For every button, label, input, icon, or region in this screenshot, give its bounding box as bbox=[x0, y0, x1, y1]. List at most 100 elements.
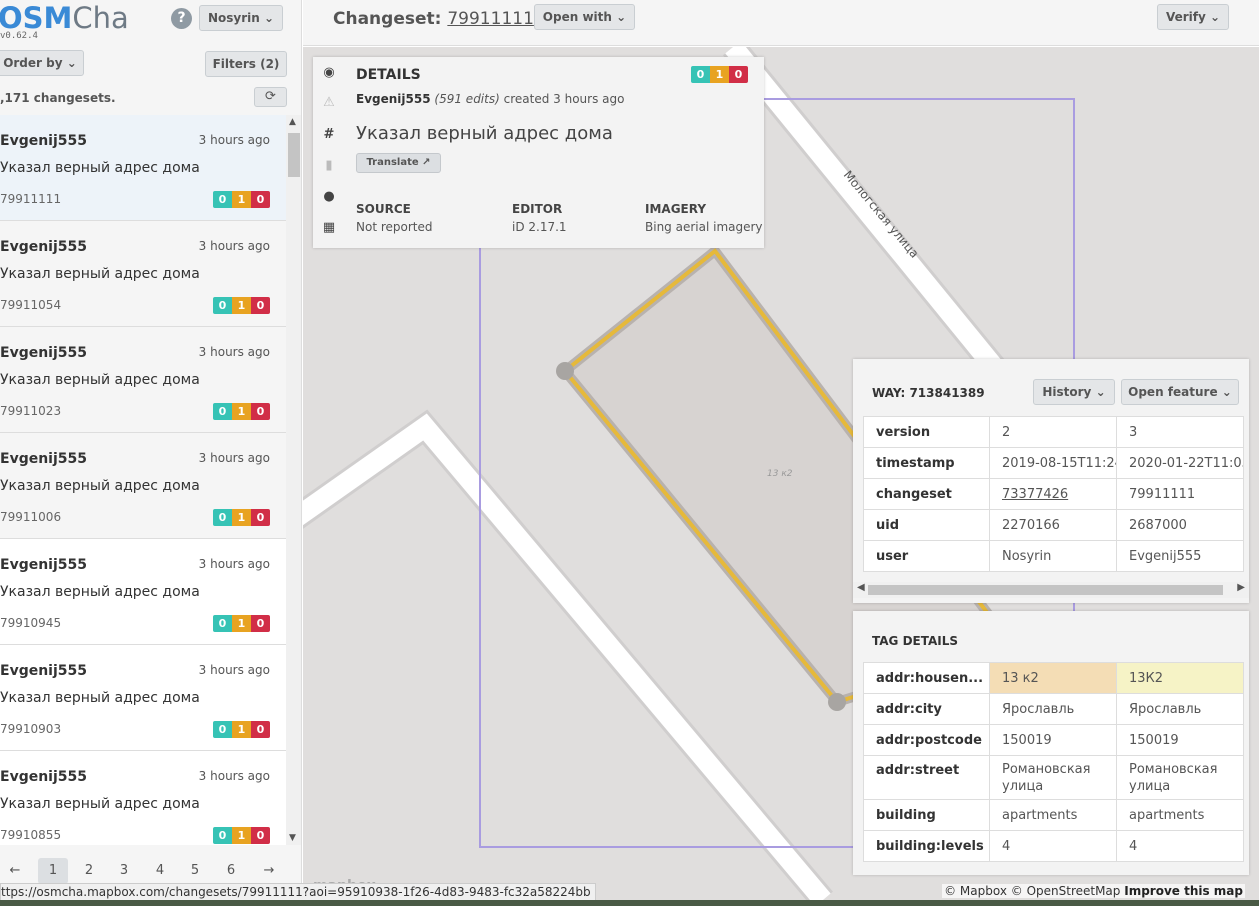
way-old-value: 2019-08-15T11:24:35Z bbox=[989, 447, 1117, 479]
hash-icon[interactable]: # bbox=[321, 127, 337, 143]
page-5[interactable]: 5 bbox=[180, 858, 210, 884]
changeset-id-link[interactable]: 79911111 bbox=[447, 9, 534, 29]
changeset-title-label: Changeset: bbox=[333, 9, 442, 29]
way-field-key: version bbox=[863, 416, 990, 448]
order-by-button[interactable]: Order by ⌄ bbox=[0, 50, 84, 76]
page-1[interactable]: 1 bbox=[38, 858, 68, 884]
changeset-list-item[interactable]: Evgenij555 3 hours ago Указал верный адрес… bbox=[0, 327, 286, 433]
help-icon[interactable]: ? bbox=[171, 8, 192, 29]
changeset-comment: Указал верный адрес дома bbox=[356, 123, 613, 144]
change-count-badges: 010 bbox=[213, 297, 270, 314]
next-page-icon[interactable]: → bbox=[254, 858, 284, 884]
page-6[interactable]: 6 bbox=[216, 858, 246, 884]
changeset-list-item[interactable]: Evgenij555 3 hours ago Указал верный адрес… bbox=[0, 221, 286, 327]
page-4[interactable]: 4 bbox=[145, 858, 175, 884]
changeset-time: 3 hours ago bbox=[198, 769, 270, 783]
changeset-user: Evgenij555 bbox=[0, 345, 87, 361]
table-row: version 2 3 bbox=[863, 416, 1244, 448]
prev-page-icon[interactable]: ← bbox=[0, 858, 30, 884]
tag-details-panel: TAG DETAILS addr:housen... 13 к2 13К2 addr:… bbox=[853, 611, 1249, 875]
changeset-time: 3 hours ago bbox=[198, 557, 270, 571]
open-feature-label: Open feature bbox=[1128, 385, 1218, 399]
logo-osm-text: OSM bbox=[0, 1, 73, 35]
tag-old-value: Ярославль bbox=[989, 693, 1117, 725]
warning-icon[interactable]: ⚠ bbox=[321, 95, 337, 111]
eye-icon[interactable]: ◉ bbox=[321, 65, 337, 81]
way-hscrollbar[interactable]: ◀ ▶ bbox=[853, 582, 1249, 598]
changeset-list-item[interactable]: Evgenij555 3 hours ago Указал верный адрес… bbox=[0, 115, 286, 221]
user-icon[interactable]: ● bbox=[321, 189, 337, 205]
tag-key: addr:housen... bbox=[863, 662, 990, 694]
table-row: addr:housen... 13 к2 13К2 bbox=[863, 662, 1244, 694]
created-count-badge: 0 bbox=[213, 403, 232, 420]
change-count-badges: 010 bbox=[213, 191, 270, 208]
editor-value: iD 2.17.1 bbox=[512, 220, 567, 234]
way-field-key: changeset bbox=[863, 478, 990, 510]
changeset-list-item[interactable]: Evgenij555 3 hours ago Указал верный адрес… bbox=[0, 645, 286, 751]
changeset-list-item[interactable]: Evgenij555 3 hours ago Указал верный адрес… bbox=[0, 751, 286, 845]
deleted-count-badge: 0 bbox=[729, 66, 748, 83]
history-label: History bbox=[1042, 385, 1092, 399]
refresh-icon[interactable]: ⟳ bbox=[254, 87, 287, 107]
changeset-time: 3 hours ago bbox=[198, 133, 270, 147]
changeset-header: Changeset: 79911111 Open with ⌄ Verify ⌄ bbox=[303, 0, 1259, 46]
improve-map-link[interactable]: Improve this map bbox=[1124, 884, 1243, 898]
modified-count-badge: 1 bbox=[232, 509, 251, 526]
changeset-id: 79911054 bbox=[0, 298, 62, 312]
way-old-value[interactable]: 73377426 bbox=[989, 478, 1117, 510]
tag-key: building:levels bbox=[863, 830, 990, 862]
source-value: Not reported bbox=[356, 220, 433, 234]
scroll-down-icon[interactable]: ▼ bbox=[289, 833, 296, 843]
changeset-user: Evgenij555 bbox=[0, 451, 87, 467]
taskbar bbox=[0, 900, 1259, 906]
status-url: ttps://osmcha.mapbox.com/changesets/7991… bbox=[0, 883, 596, 901]
tag-new-value: 150019 bbox=[1116, 724, 1244, 756]
filters-button[interactable]: Filters (2) bbox=[205, 51, 287, 77]
comment-icon[interactable]: ▮ bbox=[321, 158, 337, 174]
editor-field: EDITOR iD 2.17.1 bbox=[512, 202, 567, 234]
table-row: timestamp2019-08-15T11:24:35Z2020-01-22T… bbox=[863, 447, 1244, 479]
changeset-comment: Указал верный адрес дома bbox=[0, 690, 200, 706]
scroll-left-icon[interactable]: ◀ bbox=[857, 582, 865, 593]
changeset-time: 3 hours ago bbox=[198, 239, 270, 253]
osmcha-logo[interactable]: OSMCha bbox=[0, 2, 129, 34]
changeset-list-item[interactable]: Evgenij555 3 hours ago Указал верный адрес… bbox=[0, 539, 286, 645]
tag-old-value: Романовская улица bbox=[989, 755, 1117, 800]
tag-details-title: TAG DETAILS bbox=[872, 634, 959, 648]
author-link[interactable]: Evgenij555 bbox=[356, 92, 431, 106]
way-field-key: timestamp bbox=[863, 447, 990, 479]
changeset-comment: Указал верный адрес дома bbox=[0, 478, 200, 494]
history-button[interactable]: History ⌄ bbox=[1033, 379, 1115, 405]
modified-count-badge: 1 bbox=[232, 403, 251, 420]
open-feature-button[interactable]: Open feature ⌄ bbox=[1121, 379, 1239, 405]
source-label: SOURCE bbox=[356, 202, 411, 216]
scroll-up-icon[interactable]: ▲ bbox=[289, 117, 296, 127]
page-3[interactable]: 3 bbox=[109, 858, 139, 884]
map-icon[interactable]: ▦ bbox=[321, 220, 337, 236]
page-2[interactable]: 2 bbox=[74, 858, 104, 884]
scrollbar-thumb[interactable] bbox=[288, 133, 300, 177]
scroll-right-icon[interactable]: ▶ bbox=[1237, 582, 1245, 593]
list-scrollbar[interactable]: ▲ ▼ bbox=[286, 115, 301, 845]
created-count-badge: 0 bbox=[213, 297, 232, 314]
verify-button[interactable]: Verify ⌄ bbox=[1157, 4, 1229, 30]
way-new-value: Evgenij555 bbox=[1116, 540, 1244, 572]
user-menu-button[interactable]: Nosyrin ⌄ bbox=[199, 5, 283, 31]
external-link-icon: ↗ bbox=[422, 157, 431, 168]
chevron-down-icon: ⌄ bbox=[66, 56, 77, 70]
chevron-down-icon: ⌄ bbox=[1209, 10, 1221, 24]
changeset-id: 79911111 bbox=[0, 192, 62, 206]
translate-button[interactable]: Translate ↗ bbox=[356, 153, 441, 173]
map-attribution: © Mapbox © OpenStreetMap Improve this ma… bbox=[942, 884, 1245, 898]
changeset-comment: Указал верный адрес дома bbox=[0, 584, 200, 600]
changeset-user: Evgenij555 bbox=[0, 239, 87, 255]
hscroll-thumb[interactable] bbox=[868, 585, 1223, 595]
changeset-time: 3 hours ago bbox=[198, 663, 270, 677]
open-with-button[interactable]: Open with ⌄ bbox=[534, 4, 635, 30]
changeset-list-item[interactable]: Evgenij555 3 hours ago Указал верный адрес… bbox=[0, 433, 286, 539]
order-by-label: Order by bbox=[3, 56, 63, 70]
way-new-value: 2020-01-22T11:05:41 bbox=[1116, 447, 1244, 479]
change-count-badges: 0 1 0 bbox=[691, 66, 748, 83]
way-new-value: 2687000 bbox=[1116, 509, 1244, 541]
table-row: uid 2270166 2687000 bbox=[863, 509, 1244, 541]
